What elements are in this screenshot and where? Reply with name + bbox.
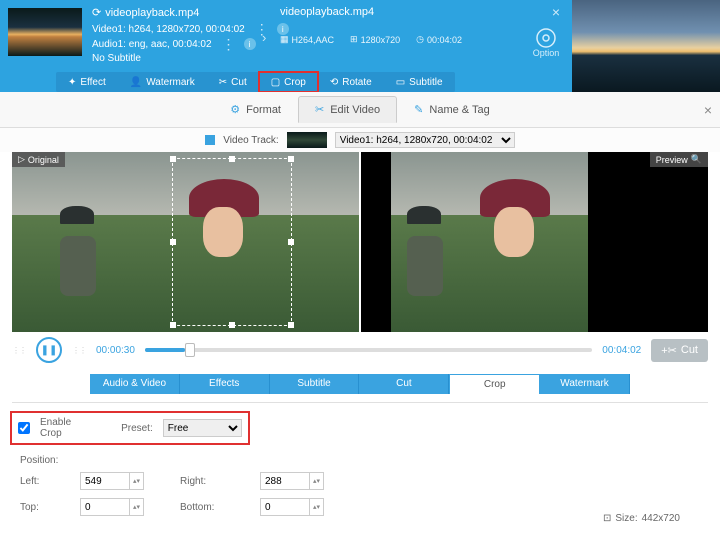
output-codec: H264,AAC <box>292 35 335 45</box>
subtitle-stream-info: No Subtitle <box>92 53 141 64</box>
top-bar: ⟳ videoplayback.mp4 Video1: h264, 1280x72… <box>0 0 720 92</box>
track-color-icon <box>205 135 215 145</box>
video-stream-info: Video1: h264, 1280x720, 00:04:02 <box>92 24 245 35</box>
codec-option-button[interactable]: Option <box>530 26 562 58</box>
close-panel-icon[interactable]: × <box>704 102 712 118</box>
output-resolution: 1280x720 <box>361 35 401 45</box>
tab-effects[interactable]: Effects <box>180 374 270 394</box>
left-label: Left: <box>20 476 60 487</box>
pencil-icon: ✎ <box>414 103 423 116</box>
magnify-icon[interactable]: 🔍 <box>691 154 702 165</box>
current-time: 00:00:30 <box>96 345 135 356</box>
add-scissors-icon: +✂ <box>661 344 677 357</box>
original-badge: ▷Original <box>12 152 65 167</box>
refresh-icon[interactable]: ⟳ <box>92 6 101 19</box>
person-icon: 👤 <box>130 77 142 88</box>
info-icon[interactable]: i <box>244 38 256 50</box>
seek-knob[interactable] <box>185 343 195 357</box>
bottom-label: Bottom: <box>180 502 240 513</box>
output-filename: videoplayback.mp4 <box>280 6 374 18</box>
preset-select[interactable]: Free <box>163 419 242 437</box>
tab-name-tag[interactable]: ✎Name & Tag <box>397 96 507 123</box>
cropped-preview <box>361 152 708 332</box>
stepper-icon[interactable]: ▴▾ <box>130 472 144 490</box>
right-label: Right: <box>180 476 240 487</box>
play-small-icon: ▷ <box>18 154 25 165</box>
pause-icon: ❚❚ <box>41 345 58 356</box>
rotate-icon: ⟲ <box>330 77 338 88</box>
tab-subtitle[interactable]: Subtitle <box>270 374 360 394</box>
clock-icon: ◷ <box>416 34 424 45</box>
scissors-icon: ✂ <box>219 77 227 88</box>
preview-area: ▷Original Preview🔍 <box>0 152 720 332</box>
chevron-right-icon: › <box>262 30 266 45</box>
crop-panel: Enable Crop Preset: Free Position: Left:… <box>12 402 708 516</box>
position-section: Position: Left: ▴▾ Right: ▴▾ Top: ▴▾ Bot… <box>20 455 708 516</box>
tab-watermark[interactable]: Watermark <box>540 374 630 394</box>
right-input[interactable] <box>260 472 310 490</box>
crop-rectangle[interactable] <box>172 158 292 326</box>
video-track-label: Video Track: <box>223 135 278 146</box>
size-value: 442x720 <box>642 513 680 524</box>
video-track-selector: Video Track: Video1: h264, 1280x720, 00:… <box>0 128 720 152</box>
wand-icon: ✦ <box>68 77 76 88</box>
top-label: Top: <box>20 502 60 513</box>
rotate-tool[interactable]: ⟲Rotate <box>318 72 384 92</box>
tab-cut[interactable]: Cut <box>359 374 449 394</box>
tab-edit-video[interactable]: ✂Edit Video <box>298 96 397 123</box>
crop-tool[interactable]: ▢Crop <box>259 72 318 92</box>
cut-button[interactable]: +✂Cut <box>651 339 708 362</box>
settings-tabs: Audio & Video Effects Subtitle Cut Crop … <box>90 374 630 394</box>
size-display: ⊡ Size: 442x720 <box>603 513 680 524</box>
original-preview[interactable] <box>12 152 359 332</box>
stepper-icon[interactable]: ▴▾ <box>310 498 324 516</box>
subtitle-tool[interactable]: ▭Subtitle <box>384 72 455 92</box>
gear-small-icon: ⚙ <box>230 103 240 116</box>
position-label: Position: <box>20 455 708 466</box>
source-thumbnail[interactable] <box>8 8 82 56</box>
gear-icon <box>533 26 559 50</box>
tab-audio-video[interactable]: Audio & Video <box>90 374 180 394</box>
left-input[interactable] <box>80 472 130 490</box>
video-track-select[interactable]: Video1: h264, 1280x720, 00:04:02 <box>335 132 515 148</box>
preview-thumbnail <box>572 0 720 92</box>
bottom-input[interactable] <box>260 498 310 516</box>
enable-crop-checkbox[interactable] <box>18 422 30 434</box>
preview-badge: Preview🔍 <box>650 152 708 167</box>
tab-crop[interactable]: Crop <box>449 374 540 394</box>
resize-icon: ⊡ <box>603 513 611 524</box>
total-time: 00:04:02 <box>602 345 641 356</box>
preset-label: Preset: <box>121 423 153 434</box>
crop-icon: ▢ <box>271 77 280 88</box>
playback-controls: ⋮⋮ ❚❚ ⋮⋮ 00:00:30 00:04:02 +✂Cut <box>0 332 720 368</box>
dots-icon: ⋮ <box>222 42 234 46</box>
track-thumb <box>287 132 327 148</box>
cut-tool[interactable]: ✂Cut <box>207 72 259 92</box>
tab-format[interactable]: ⚙Format <box>213 96 298 123</box>
secondary-tabs: ⚙Format ✂Edit Video ✎Name & Tag × <box>0 92 720 128</box>
seek-slider[interactable] <box>145 348 592 352</box>
resolution-icon: ⊞ <box>350 34 358 45</box>
edit-toolbar: ✦Effect 👤Watermark ✂Cut ▢Crop ⟲Rotate ▭S… <box>56 72 455 92</box>
close-icon[interactable]: × <box>552 4 560 20</box>
stepper-icon[interactable]: ▴▾ <box>310 472 324 490</box>
grip-icon[interactable]: ⋮⋮ <box>12 346 26 355</box>
effect-tool[interactable]: ✦Effect <box>56 72 118 92</box>
stepper-icon[interactable]: ▴▾ <box>130 498 144 516</box>
top-input[interactable] <box>80 498 130 516</box>
audio-stream-info: Audio1: eng, aac, 00:04:02 <box>92 39 212 50</box>
scissors-icon: ✂ <box>315 103 324 116</box>
output-duration: 00:04:02 <box>427 35 462 45</box>
film-icon: ▦ <box>280 34 289 45</box>
pause-button[interactable]: ❚❚ <box>36 337 62 363</box>
enable-crop-label: Enable Crop <box>40 417 95 439</box>
grip-icon[interactable]: ⋮⋮ <box>72 346 86 355</box>
output-info: ▦H264,AAC ⊞1280x720 ◷00:04:02 <box>280 34 462 45</box>
subtitle-icon: ▭ <box>396 77 405 88</box>
option-label: Option <box>533 48 560 58</box>
source-filename: videoplayback.mp4 <box>105 7 199 19</box>
crop-enable-row: Enable Crop Preset: Free <box>12 413 248 443</box>
watermark-tool[interactable]: 👤Watermark <box>118 72 207 92</box>
